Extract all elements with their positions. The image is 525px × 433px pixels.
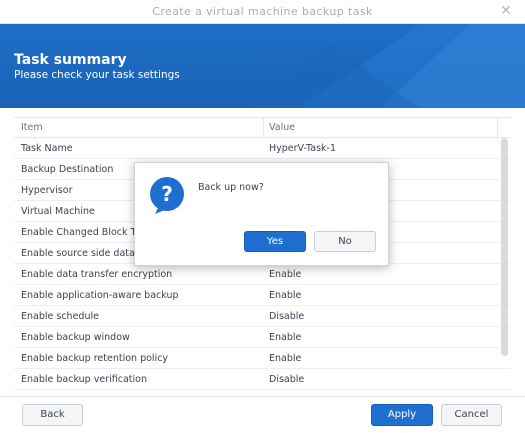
page-title: Task summary	[14, 52, 127, 68]
table-header: Item Value	[14, 117, 511, 138]
row-item: Virtual Machine	[21, 206, 95, 217]
row-item: Enable data transfer encryption	[21, 269, 173, 280]
table-row[interactable]: Enable backup window Enable	[14, 327, 511, 348]
window-titlebar: Create a virtual machine backup task ✕	[0, 0, 525, 24]
column-header-item[interactable]: Item	[21, 122, 43, 133]
table-row[interactable]: Task Name HyperV-Task-1	[14, 138, 511, 159]
table-scrollbar[interactable]	[501, 138, 508, 356]
table-row[interactable]: Enable schedule Disable	[14, 306, 511, 327]
no-button[interactable]: No	[314, 231, 376, 252]
row-value: Enable	[269, 332, 302, 343]
table-row[interactable]: Enable data transfer encryption Enable	[14, 264, 511, 285]
row-value: Disable	[269, 374, 305, 385]
table-row[interactable]: Enable backup retention policy Enable	[14, 348, 511, 369]
footer-divider	[0, 396, 525, 397]
column-divider[interactable]	[497, 118, 498, 138]
table-row[interactable]: Enable application-aware backup Enable	[14, 285, 511, 306]
apply-button[interactable]: Apply	[371, 404, 433, 426]
wizard-banner: Task summary Please check your task sett…	[0, 24, 525, 108]
table-row[interactable]: Enable backup verification Disable	[14, 369, 511, 390]
cancel-button[interactable]: Cancel	[441, 404, 502, 426]
row-item: Enable backup retention policy	[21, 353, 169, 364]
back-button[interactable]: Back	[22, 404, 83, 426]
row-item: Enable backup window	[21, 332, 130, 343]
svg-text:?: ?	[161, 182, 173, 206]
yes-button[interactable]: Yes	[244, 231, 306, 252]
column-header-value[interactable]: Value	[269, 122, 295, 133]
row-item: Backup Destination	[21, 164, 114, 175]
row-item: Hypervisor	[21, 185, 73, 196]
row-value: Enable	[269, 269, 302, 280]
row-value: Enable	[269, 290, 302, 301]
page-subtitle: Please check your task settings	[14, 69, 180, 81]
row-item: Enable schedule	[21, 311, 99, 322]
column-divider[interactable]	[263, 118, 264, 138]
row-item: Enable source side data c	[21, 248, 144, 259]
row-value: Disable	[269, 311, 305, 322]
close-icon[interactable]: ✕	[499, 3, 513, 19]
window-title: Create a virtual machine backup task	[152, 5, 373, 18]
row-item: Task Name	[21, 143, 73, 154]
row-item: Enable backup verification	[21, 374, 147, 385]
row-item: Enable application-aware backup	[21, 290, 179, 301]
row-value: Enable	[269, 353, 302, 364]
confirm-dialog: ? Back up now? Yes No	[134, 162, 389, 266]
row-item: Enable Changed Block Tr	[21, 227, 139, 238]
question-icon: ?	[150, 177, 184, 214]
dialog-message: Back up now?	[198, 182, 264, 193]
row-value: HyperV-Task-1	[269, 143, 337, 154]
